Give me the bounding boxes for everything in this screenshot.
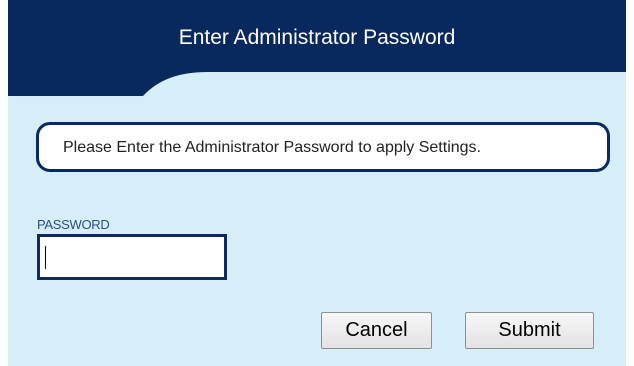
instruction-message: Please Enter the Administrator Password … [63,139,481,156]
instruction-message-box: Please Enter the Administrator Password … [36,122,610,172]
cancel-button[interactable]: Cancel [321,312,432,349]
password-input[interactable] [37,234,227,280]
dialog-title: Enter Administrator Password [178,26,456,49]
password-label: PASSWORD [37,217,110,232]
dialog-header: Enter Administrator Password [8,0,626,96]
text-cursor [45,246,46,269]
submit-button[interactable]: Submit [465,312,594,349]
admin-password-dialog: Enter Administrator Password Please Ente… [8,0,626,366]
